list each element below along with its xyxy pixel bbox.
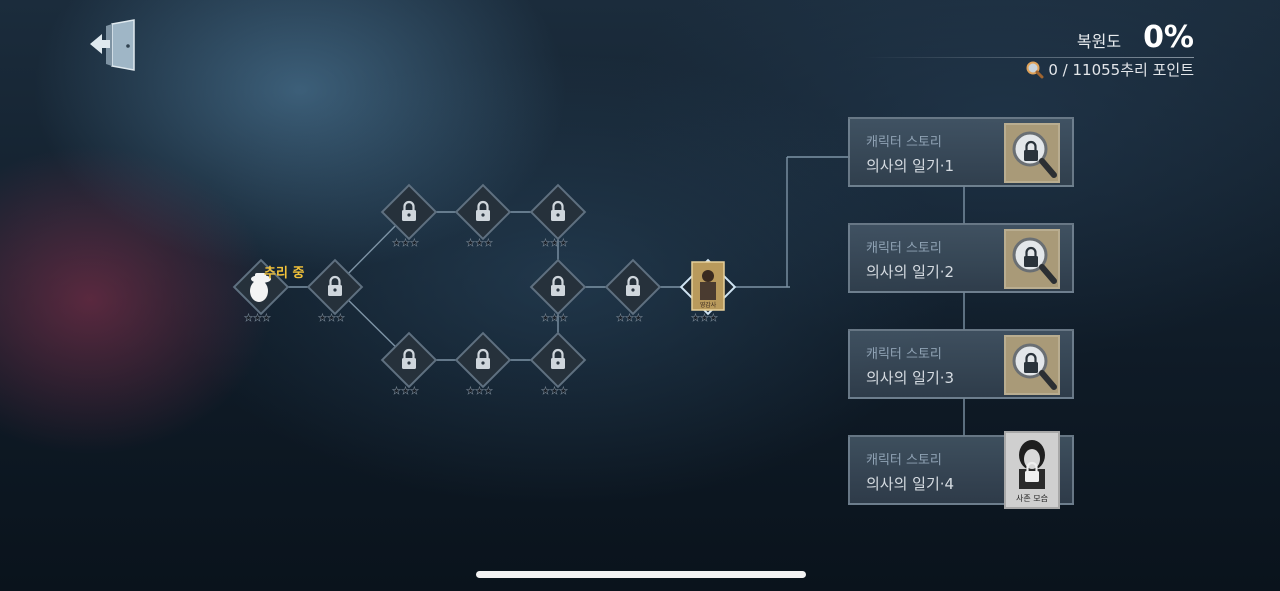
node-locked[interactable] <box>605 259 661 325</box>
node-locked[interactable] <box>381 332 437 398</box>
story-title: 의사의 일기·4 <box>866 475 955 493</box>
story-category: 캐릭터 스토리 <box>866 135 942 150</box>
node-stars <box>243 312 272 325</box>
story-title: 의사의 일기·1 <box>866 157 955 175</box>
portrait-lock-icon: 사존 모습 <box>1004 431 1060 509</box>
story-card-1[interactable]: 캐릭터 스토리 의사의 일기·1 <box>848 117 1074 187</box>
home-indicator[interactable] <box>476 571 806 578</box>
reasoning-tree: ★★★ <box>233 156 965 436</box>
node-locked[interactable] <box>455 184 511 250</box>
portrait-caption: 영감사 <box>700 301 717 309</box>
node-locked[interactable] <box>455 332 511 398</box>
magnifier-lock-icon <box>1004 123 1060 183</box>
node-locked[interactable] <box>530 184 586 250</box>
story-card-3[interactable]: 캐릭터 스토리 의사의 일기·3 <box>848 329 1074 399</box>
node-locked[interactable] <box>530 332 586 398</box>
story-card-2[interactable]: 캐릭터 스토리 의사의 일기·2 <box>848 223 1074 293</box>
node-portrait[interactable]: 영감사 <box>679 258 737 325</box>
portrait-thumb-caption: 사존 모습 <box>1016 494 1048 503</box>
story-title: 의사의 일기·3 <box>866 369 955 387</box>
story-card-4[interactable]: 캐릭터 스토리 의사의 일기·4 사존 모습 <box>848 431 1074 509</box>
magnifier-lock-icon <box>1004 335 1060 395</box>
node-stars <box>690 312 719 325</box>
story-title: 의사의 일기·2 <box>866 263 955 281</box>
node-locked[interactable] <box>307 259 363 325</box>
current-node-label: 추리 중 <box>264 266 305 281</box>
magnifier-lock-icon <box>1004 229 1060 289</box>
story-category: 캐릭터 스토리 <box>866 347 942 362</box>
node-locked[interactable] <box>530 259 586 325</box>
story-category: 캐릭터 스토리 <box>866 453 942 468</box>
story-category: 캐릭터 스토리 <box>866 241 942 256</box>
node-locked[interactable] <box>381 184 437 250</box>
